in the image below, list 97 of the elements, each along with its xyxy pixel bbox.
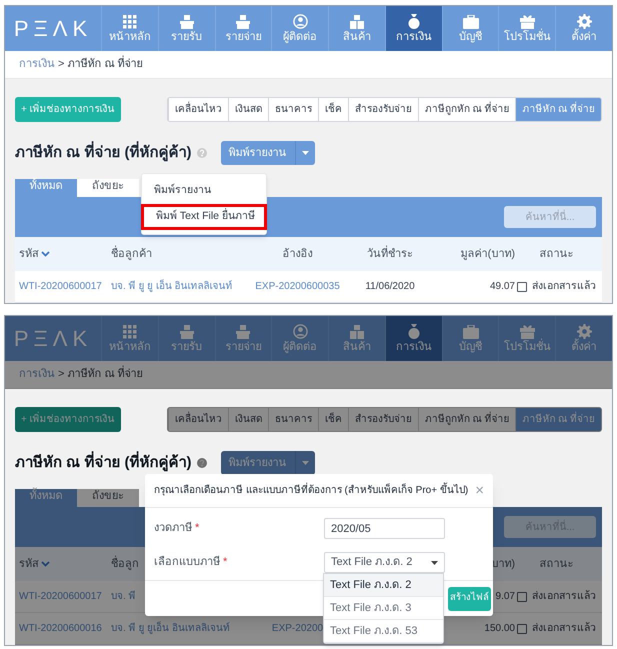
tab[interactable]: เช็ค	[318, 98, 348, 121]
person-icon	[292, 14, 308, 29]
page-heading: ภาษีหัก ณ ที่จ่าย (ที่หักคู่ค้า)	[15, 452, 192, 474]
print-button[interactable]: พิมพ์รายงาน	[220, 141, 294, 165]
modal-title: กรุณาเลือกเดือนภาษี และแบบภาษีที่ต้องการ (สำหรับแพ็คเก็จ Pro+ ขึ้นไป)	[154, 483, 468, 498]
column-header[interactable]: วันที่ชำระ	[367, 246, 413, 262]
tab[interactable]: เงินสด	[228, 98, 268, 121]
nav-item[interactable]: การเงิน	[384, 316, 442, 361]
boxes-icon	[350, 14, 364, 28]
required-mark: *	[195, 521, 200, 536]
logo[interactable]: PΞΛK	[5, 6, 101, 51]
tab[interactable]: สำรองรับจ่าย	[348, 408, 418, 431]
tab[interactable]: ภาษีหัก ณ ที่จ่าย	[515, 408, 601, 431]
caret-icon	[431, 560, 438, 564]
list-tab[interactable]: ทั้งหมด	[15, 489, 77, 507]
tab[interactable]: เช็ค	[318, 408, 348, 431]
menu-item[interactable]: พิมพ์รายงาน	[142, 178, 266, 204]
close-button[interactable]: ×	[475, 483, 484, 498]
menu-item[interactable]: พิมพ์ Text File ยื่นภาษี	[141, 204, 267, 230]
gift-icon	[520, 14, 535, 29]
column-header[interactable]: อ้างอิง	[282, 246, 312, 262]
settings-icon	[576, 14, 592, 29]
tray-icon	[236, 14, 250, 28]
status-label: ส่งเอกสารแล้ว	[532, 620, 596, 636]
input-field[interactable]: 2020/05	[324, 518, 445, 539]
column-header[interactable]: สถานะ	[540, 556, 574, 572]
table-link[interactable]: บจ. พี ยู ยูเอ็น อินเทลลิเจนท์	[111, 623, 230, 634]
column-header[interactable]: สถานะ	[540, 246, 574, 262]
tray-icon	[236, 324, 250, 338]
list-tab[interactable]: ทั้งหมด	[15, 179, 77, 197]
breadcrumb-current: > ภาษีหัก ณ ที่จ่าย	[58, 56, 143, 73]
boxes-icon	[350, 324, 364, 338]
field-label: เลือกแบบภาษี	[154, 554, 220, 570]
list-tab[interactable]: ถังขยะ	[77, 179, 139, 197]
table-cell: 11/06/2020	[365, 281, 415, 292]
sort-caret-icon[interactable]	[41, 561, 50, 567]
add-button[interactable]: + เพิ่มช่องทางการเงิน	[15, 407, 121, 432]
dropdown-toggle[interactable]	[294, 141, 314, 165]
dropdown-toggle[interactable]	[294, 451, 314, 475]
table-cell: 9.07	[496, 591, 515, 602]
column-header[interactable]: รหัส	[19, 556, 39, 572]
tab[interactable]: เคลื่อนไหว	[168, 408, 228, 431]
tab[interactable]: สำรองรับจ่าย	[348, 98, 418, 121]
breadcrumb-link[interactable]: การเงิน	[19, 56, 55, 73]
breadcrumb-link[interactable]: การเงิน	[19, 366, 55, 383]
select-field[interactable]: Text File ภ.ง.ด. 2	[324, 552, 445, 573]
table-link[interactable]: EXP-20200600035	[255, 281, 340, 292]
nav-item[interactable]: การเงิน	[384, 6, 442, 51]
search-field[interactable]: ค้นหาที่นี่...	[504, 206, 596, 228]
briefcase-icon	[462, 324, 479, 338]
column-header[interactable]: รหัส	[19, 246, 39, 262]
column-header[interactable]: มูลค่า(บาท)	[460, 246, 515, 262]
tray-icon	[180, 324, 194, 338]
help-icon[interactable]	[196, 458, 206, 468]
list-tab[interactable]: ถังขยะ	[77, 489, 139, 507]
gift-icon	[520, 324, 535, 339]
person-icon	[292, 324, 308, 339]
column-header[interactable]: บาท)	[491, 556, 515, 572]
briefcase-icon	[462, 14, 479, 28]
settings-icon	[576, 324, 592, 339]
breadcrumb-current: > ภาษีหัก ณ ที่จ่าย	[58, 366, 143, 383]
logo[interactable]: PΞΛK	[5, 316, 101, 361]
table-link[interactable]: WTI-20200600016	[19, 623, 102, 634]
dropdown-option[interactable]: Text File ภ.ง.ด. 3	[324, 597, 443, 620]
page-heading: ภาษีหัก ณ ที่จ่าย (ที่หักคู่ค้า)	[15, 142, 192, 164]
tab[interactable]: ธนาคาร	[268, 98, 318, 121]
print-button[interactable]: พิมพ์รายงาน	[220, 451, 294, 475]
tray-icon	[180, 14, 194, 28]
column-header[interactable]: ชื่อลูก	[111, 556, 139, 572]
dropdown-option[interactable]: Text File ภ.ง.ด. 2	[324, 574, 443, 597]
caret-icon	[302, 151, 308, 155]
required-mark: *	[223, 555, 228, 570]
tab[interactable]: เคลื่อนไหว	[168, 98, 228, 121]
grid-icon	[122, 14, 137, 28]
caret-icon	[302, 461, 308, 465]
column-header[interactable]: ชื่อลูกค้า	[111, 246, 152, 262]
grid-icon	[122, 324, 137, 338]
table-link[interactable]: WTI-20200600017	[19, 281, 102, 292]
tab[interactable]: ภาษีหัก ณ ที่จ่าย	[515, 98, 601, 121]
tab[interactable]: ธนาคาร	[268, 408, 318, 431]
table-cell: 150.00	[484, 623, 515, 634]
dropdown-option[interactable]: Text File ภ.ง.ด. 53	[324, 620, 443, 643]
create-file-button[interactable]: สร้างไฟล์	[448, 586, 491, 610]
table-link[interactable]: WTI-20200600017	[19, 591, 102, 602]
add-button[interactable]: + เพิ่มช่องทางการเงิน	[15, 97, 121, 122]
table-link[interactable]: EXP-20200	[272, 623, 324, 634]
table-cell: 49.07	[490, 281, 515, 292]
checkbox[interactable]	[517, 592, 527, 602]
field-label: งวดภาษี	[154, 520, 192, 536]
tab[interactable]: เงินสด	[228, 408, 268, 431]
sort-caret-icon[interactable]	[41, 251, 50, 257]
table-link[interactable]: บจ. พี ยู ยู เอ็น อินเทลลิเจนท์	[111, 281, 233, 292]
status-label: ส่งเอกสารแล้ว	[532, 278, 596, 294]
checkbox[interactable]	[517, 282, 527, 292]
status-label: ส่งเอกสารแล้ว	[532, 588, 596, 604]
table-link[interactable]: บจ. พี	[111, 591, 136, 602]
checkbox[interactable]	[517, 624, 527, 634]
